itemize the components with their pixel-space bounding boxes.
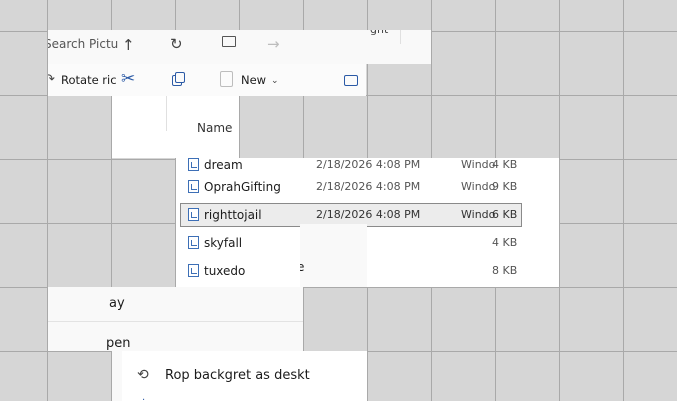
file-icon — [188, 264, 199, 277]
paste-icon — [220, 71, 233, 87]
file-date: 2/18/2026 4:08 PM — [316, 158, 421, 171]
rotate-right-button[interactable]: Rotate ric — [61, 73, 117, 87]
list-item[interactable]: tuxedo Windo 8 KB — [176, 263, 559, 287]
list-item[interactable]: skyfall Windo 4 KB — [176, 235, 559, 263]
context-menu-fragment: e — [300, 224, 367, 287]
chevron-down-icon[interactable]: ⌄ — [271, 73, 279, 89]
column-header-area: Name — [112, 96, 239, 158]
file-icon — [188, 208, 199, 221]
file-date: 2/18/2026 4:08 PM — [316, 180, 421, 193]
file-name: righttojail — [204, 208, 262, 222]
forward-arrow-icon: → — [267, 35, 280, 53]
file-date: 2/18/2026 4:08 PM — [316, 208, 421, 221]
set-background-icon: ⟲ — [137, 367, 149, 383]
file-list: dream 2/18/2026 4:08 PM Windo 4 KB Oprah… — [176, 158, 559, 287]
menu-item-play[interactable]: ay — [109, 296, 125, 311]
rotate-right-icon[interactable]: ↷ — [48, 72, 55, 88]
search-input[interactable]: Search Pictu — [48, 37, 118, 51]
monitor-icon[interactable] — [222, 36, 236, 47]
menu-item-open[interactable]: pen — [106, 336, 131, 351]
cut-icon[interactable]: ✂ — [121, 71, 135, 88]
file-type: Windo — [461, 158, 496, 171]
file-name: tuxedo — [204, 264, 246, 278]
file-size: 4 KB — [492, 236, 518, 249]
up-arrow-icon[interactable]: ↑ — [122, 37, 135, 53]
column-header-name[interactable]: Name — [197, 121, 232, 135]
context-menu-lower: ⟲ Rop backgret as deskt · — [112, 351, 367, 401]
menu-item-set-desktop-background[interactable]: Rop backgret as deskt — [165, 368, 310, 383]
file-name: dream — [204, 158, 243, 172]
file-size: 4 KB — [492, 158, 518, 171]
copy-icon[interactable] — [172, 72, 185, 86]
column-divider — [166, 96, 167, 131]
context-menu: ay pen — [48, 287, 303, 351]
new-button[interactable]: New — [241, 73, 266, 87]
file-size: 8 KB — [492, 264, 518, 277]
file-type: Windo — [461, 180, 496, 193]
menu-next-item-icon: · — [142, 395, 146, 401]
file-name: OprahGifting — [204, 180, 281, 194]
file-size: 9 KB — [492, 180, 518, 193]
command-toolbar: ↷ Rotate ric ✂ New ⌄ — [48, 64, 366, 96]
file-type: Windo — [461, 208, 496, 221]
refresh-icon[interactable]: ↻ — [170, 36, 183, 52]
file-size: 6 KB — [492, 208, 518, 221]
file-name: skyfall — [204, 236, 243, 250]
file-icon — [188, 180, 199, 193]
menu-divider — [48, 321, 303, 322]
divider — [400, 30, 401, 44]
file-icon — [188, 158, 199, 171]
top-partial-text: ght — [370, 30, 388, 36]
explorer-top-bar: Search Pictu ↑ ↻ → ght — [48, 30, 431, 64]
file-icon — [188, 236, 199, 249]
context-menu-partial-text: e — [300, 260, 305, 274]
list-item[interactable]: dream 2/18/2026 4:08 PM Windo 4 KB — [176, 158, 559, 179]
more-options-icon[interactable] — [344, 75, 358, 86]
